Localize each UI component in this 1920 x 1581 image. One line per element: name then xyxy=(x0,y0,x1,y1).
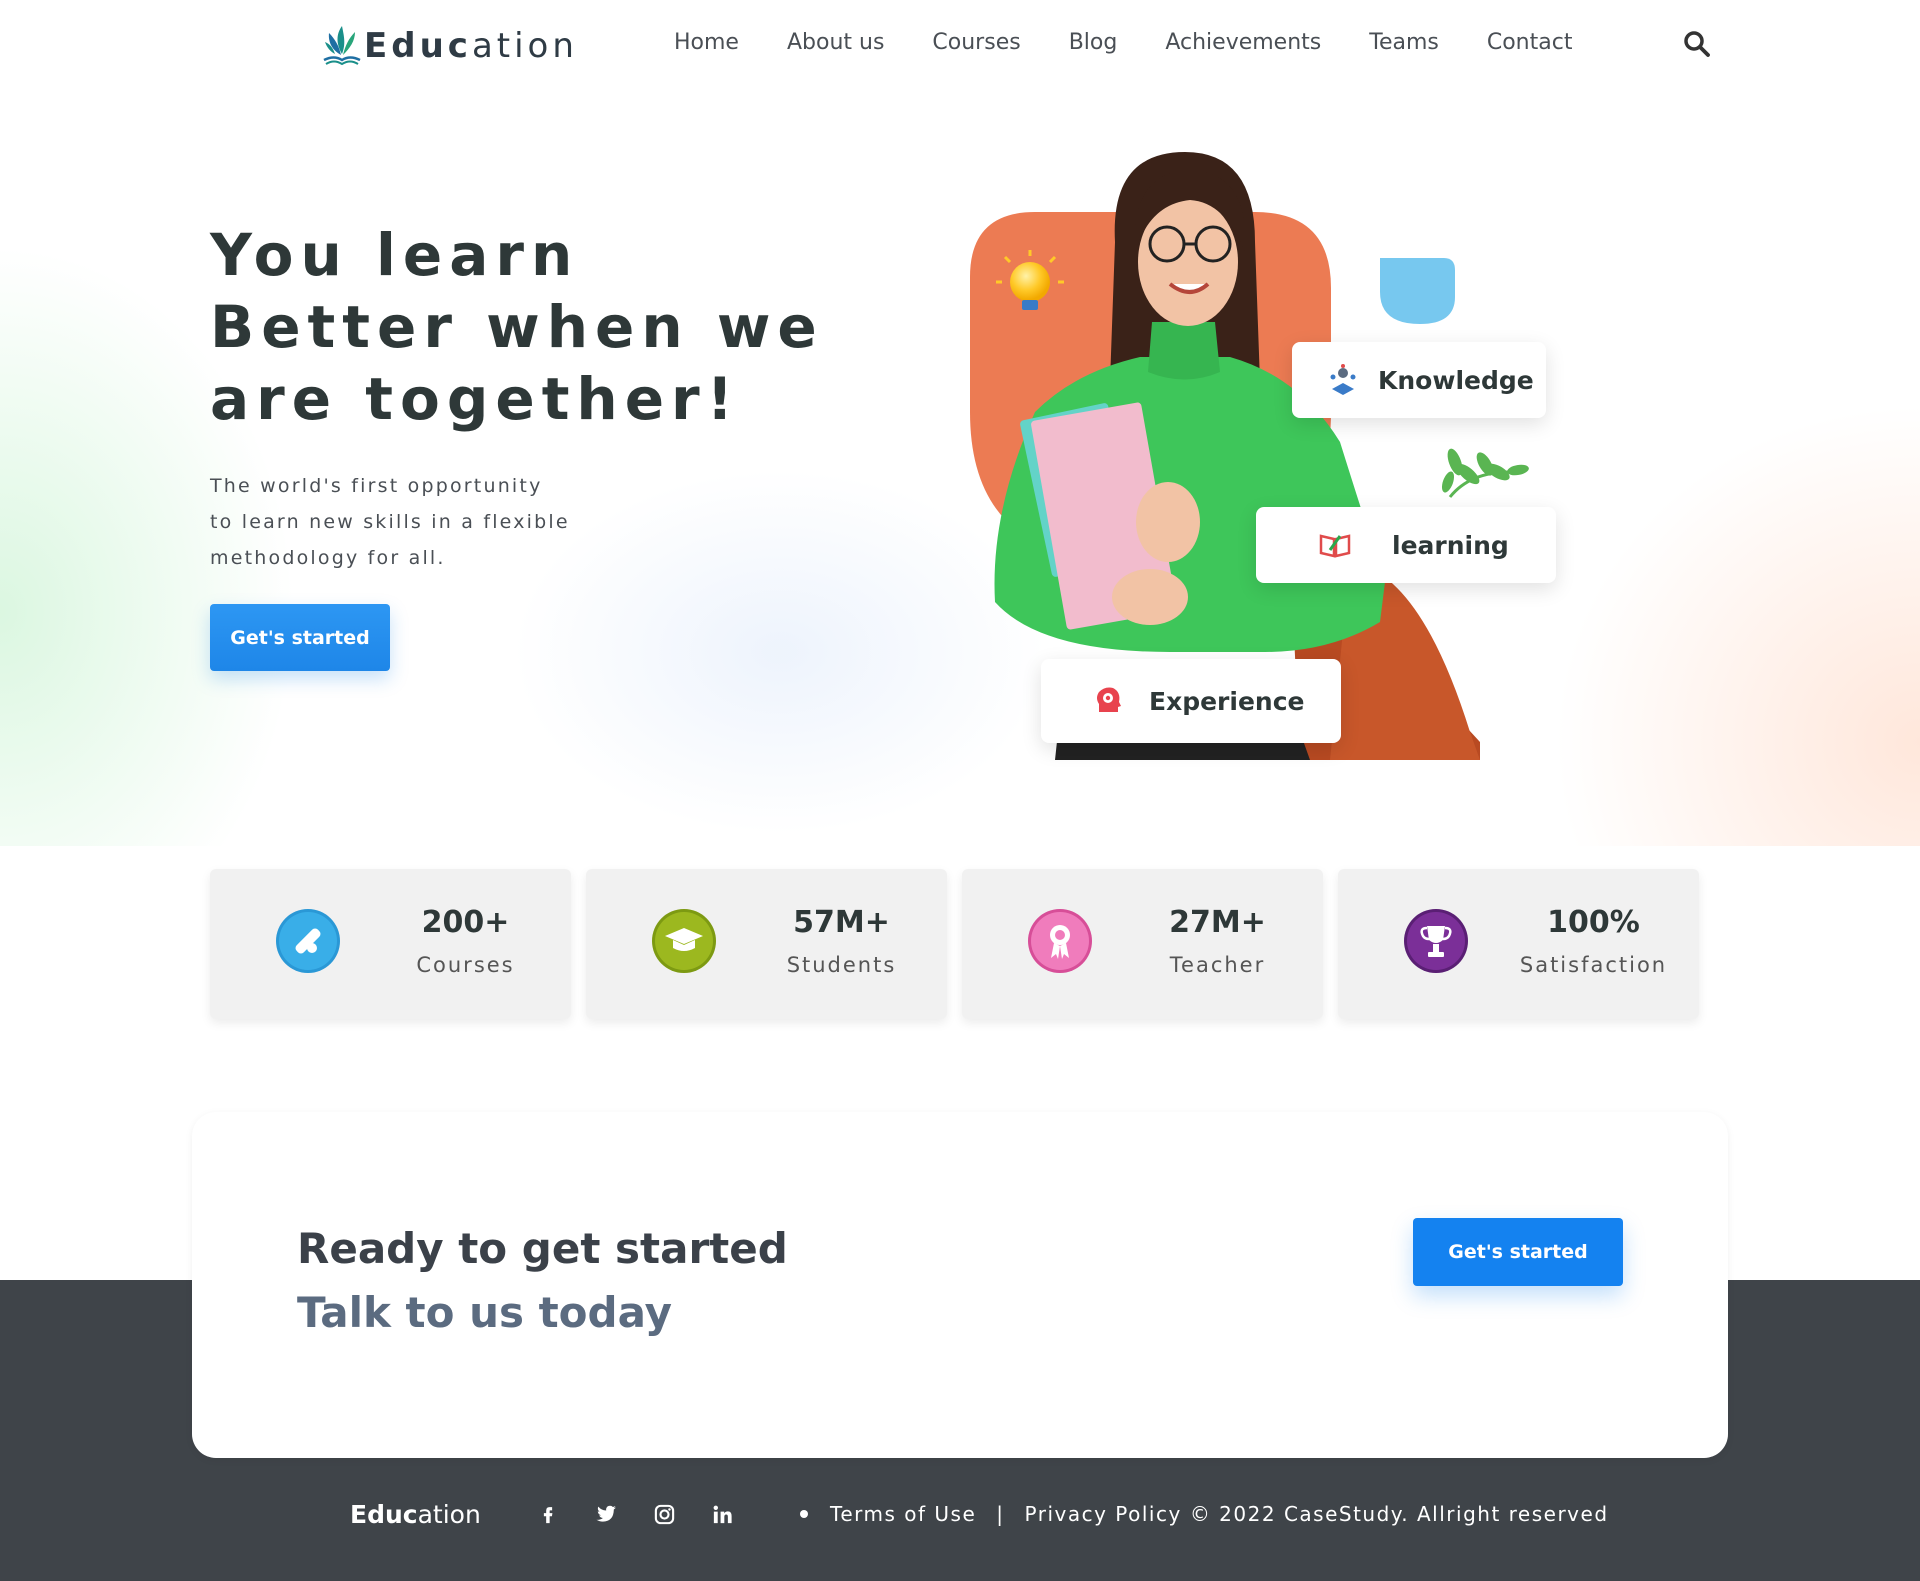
search-icon xyxy=(1684,31,1710,57)
knowledge-tag: Knowledge xyxy=(1292,342,1546,418)
learning-tag: learning xyxy=(1256,507,1556,583)
hero-section: You learn Better when we are together! T… xyxy=(0,92,1920,846)
stat-value: 200+ xyxy=(421,905,510,940)
knowledge-icon xyxy=(1326,363,1360,397)
nav-about-us[interactable]: About us xyxy=(787,30,884,55)
stat-value: 100% xyxy=(1547,905,1640,940)
learning-tag-label: learning xyxy=(1392,530,1509,560)
trophy-icon xyxy=(1404,909,1468,973)
cta-title: Ready to get started xyxy=(297,1224,788,1273)
brand-name: Education xyxy=(364,26,578,66)
nav-blog[interactable]: Blog xyxy=(1069,30,1118,55)
stat-label: Courses xyxy=(416,953,515,977)
footer-separator: | xyxy=(996,1502,1005,1526)
nav-courses[interactable]: Courses xyxy=(932,30,1020,55)
knowledge-tag-label: Knowledge xyxy=(1378,365,1534,395)
terms-of-use-link[interactable]: Terms of Use xyxy=(830,1502,976,1526)
stat-label: Teacher xyxy=(1169,953,1266,977)
instagram-icon[interactable] xyxy=(650,1500,678,1528)
nav-contact[interactable]: Contact xyxy=(1487,30,1573,55)
cta-subtitle: Talk to us today xyxy=(297,1288,673,1337)
leaf-sprig-icon xyxy=(1441,448,1529,498)
nav-teams[interactable]: Teams xyxy=(1369,30,1439,55)
nav-home[interactable]: Home xyxy=(674,30,739,55)
social-links xyxy=(534,1500,736,1528)
open-book-icon xyxy=(1318,528,1352,562)
stat-label: Students xyxy=(786,953,897,977)
stat-value: 27M+ xyxy=(1169,905,1266,940)
cta-get-started-button[interactable]: Get's started xyxy=(1413,1218,1623,1286)
award-ribbon-icon xyxy=(1028,909,1092,973)
stat-card-students: 57M+ Students xyxy=(586,869,947,1019)
bullet-dot xyxy=(800,1510,808,1518)
stat-card-satisfaction: 100% Satisfaction xyxy=(1338,869,1699,1019)
diploma-icon xyxy=(276,909,340,973)
hero-illustration xyxy=(970,152,1529,760)
footer-logo[interactable]: Education xyxy=(350,1500,481,1529)
search-button[interactable] xyxy=(1683,30,1711,58)
twitter-icon[interactable] xyxy=(592,1500,620,1528)
stat-card-courses: 200+ Courses xyxy=(210,869,571,1019)
head-gear-icon xyxy=(1091,684,1125,718)
facebook-icon[interactable] xyxy=(534,1500,562,1528)
blue-blob-shape xyxy=(1380,258,1455,324)
stat-card-teacher: 27M+ Teacher xyxy=(962,869,1323,1019)
brand-logo[interactable]: Education xyxy=(322,22,578,70)
linkedin-icon[interactable] xyxy=(708,1500,736,1528)
graduation-cap-icon xyxy=(652,909,716,973)
stat-value: 57M+ xyxy=(793,905,890,940)
cta-card: Ready to get started Talk to us today Ge… xyxy=(192,1112,1728,1458)
privacy-policy-link[interactable]: Privacy Policy xyxy=(1025,1502,1182,1526)
leaf-book-icon xyxy=(323,26,361,66)
stat-label: Satisfaction xyxy=(1519,953,1668,977)
site-header: Education Home About us Courses Blog Ach… xyxy=(0,0,1920,92)
experience-tag-label: Experience xyxy=(1149,686,1305,716)
nav-achievements[interactable]: Achievements xyxy=(1165,30,1321,55)
stats-row: 200+ Courses 57M+ Students 27M+ Teacher xyxy=(210,869,1700,1019)
copyright-text: © 2022 CaseStudy. Allright reserved xyxy=(1189,1502,1609,1526)
footer-links: Terms of Use | Privacy Policy © 2022 Cas… xyxy=(800,1502,1609,1526)
experience-tag: Experience xyxy=(1041,659,1341,743)
main-nav: Home About us Courses Blog Achievements … xyxy=(674,30,1620,55)
